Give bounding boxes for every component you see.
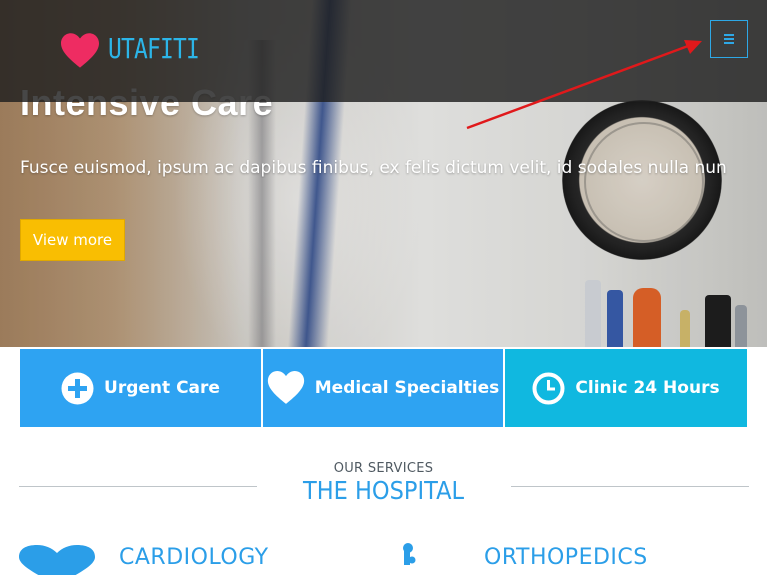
bone-icon <box>403 543 416 565</box>
feature-label: Medical Specialties <box>314 378 500 398</box>
hamburger-icon <box>724 32 734 46</box>
hero-description: Fusce euismod, ipsum ac dapibus finibus,… <box>20 158 727 178</box>
heart-icon <box>19 545 95 575</box>
feature-medical-specialties[interactable]: Medical Specialties <box>263 349 503 427</box>
menu-toggle-button[interactable] <box>710 20 748 58</box>
clock-icon <box>532 372 565 405</box>
services-title: THE HOSPITAL <box>302 476 465 505</box>
feature-label: Clinic 24 Hours <box>575 378 720 398</box>
logo-heart-icon <box>61 33 99 68</box>
feature-boxes: Urgent Care Medical Specialties Clinic 2… <box>20 349 747 427</box>
plus-circle-icon <box>61 372 94 405</box>
view-more-button[interactable]: View more <box>20 219 125 261</box>
feature-urgent-care[interactable]: Urgent Care <box>20 349 261 427</box>
feature-clinic-24-hours[interactable]: Clinic 24 Hours <box>505 349 747 427</box>
services-subtitle: OUR SERVICES <box>333 461 434 476</box>
feature-label: Urgent Care <box>104 378 220 398</box>
logo-text[interactable]: UTAFITI <box>108 32 200 65</box>
top-navbar: UTAFITI <box>0 0 767 102</box>
card-title-orthopedics[interactable]: ORTHOPEDICS <box>484 545 648 570</box>
heart-icon <box>267 371 305 405</box>
card-title-cardiology[interactable]: CARDIOLOGY <box>119 545 269 570</box>
